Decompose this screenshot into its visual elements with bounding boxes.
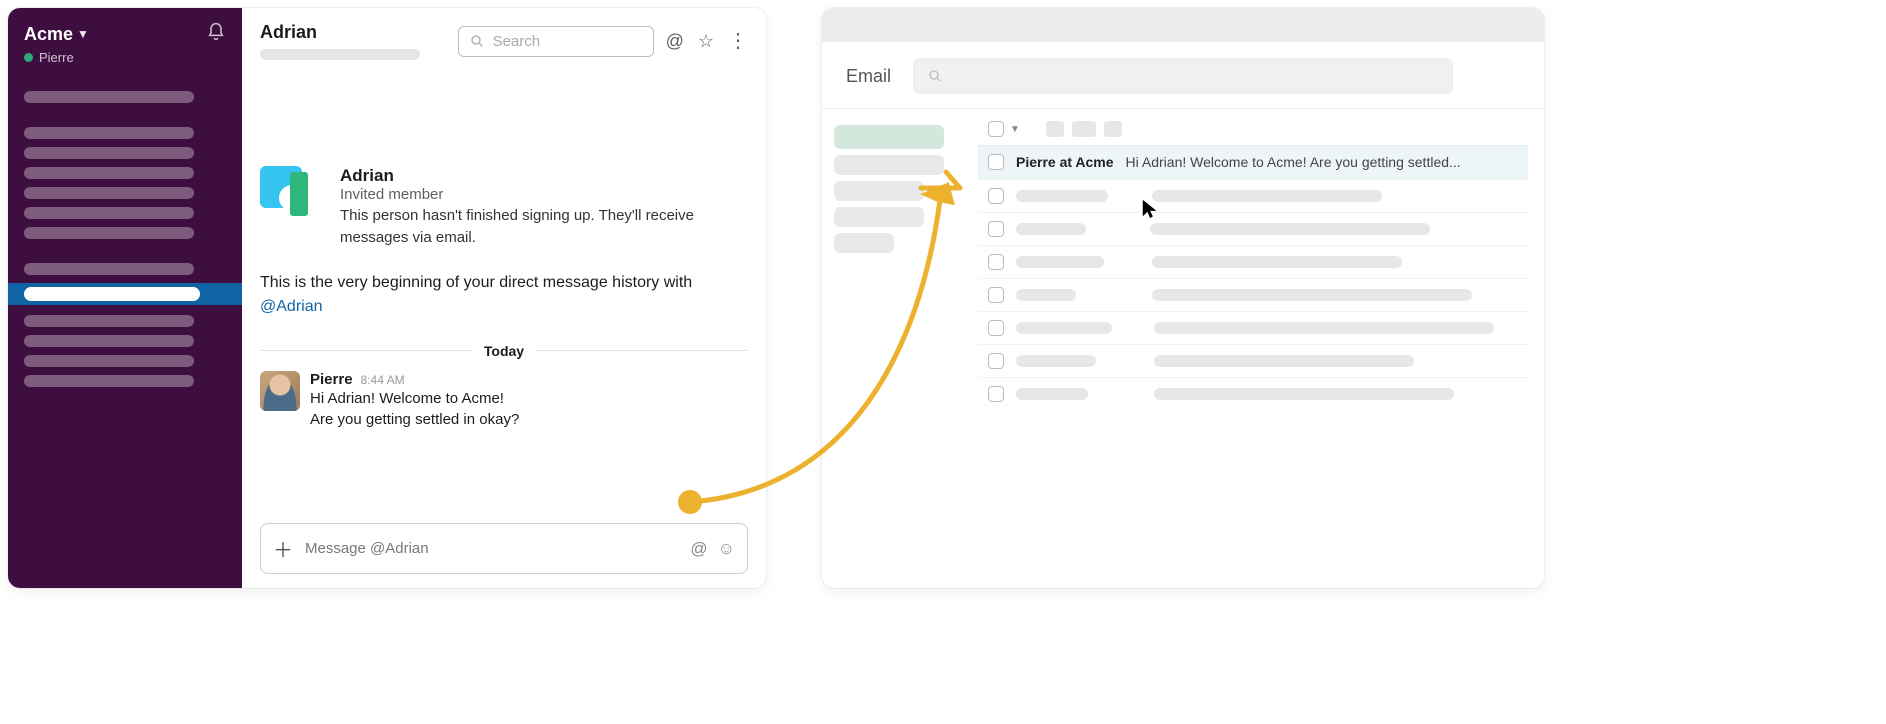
search-icon <box>469 33 485 49</box>
row-checkbox[interactable] <box>988 320 1004 336</box>
email-nav-item[interactable] <box>834 233 894 253</box>
email-row[interactable] <box>978 245 1528 278</box>
email-list: ▼ Pierre at Acme Hi Adrian! Welcome to A… <box>978 109 1544 588</box>
select-all-checkbox[interactable] <box>988 121 1004 137</box>
avatar[interactable] <box>260 371 300 411</box>
slack-window: Acme ▼ Pierre <box>8 8 766 588</box>
current-user[interactable]: Pierre <box>8 50 242 83</box>
search-icon <box>927 68 943 84</box>
row-checkbox[interactable] <box>988 154 1004 170</box>
presence-indicator <box>24 53 33 62</box>
email-row[interactable] <box>978 344 1528 377</box>
message-text-line: Hi Adrian! Welcome to Acme! <box>310 388 519 410</box>
workspace-switcher[interactable]: Acme ▼ <box>24 24 206 45</box>
row-checkbox[interactable] <box>988 287 1004 303</box>
email-row[interactable] <box>978 278 1528 311</box>
channel-header: Adrian Search @ ☆ ⋮ <box>242 8 766 66</box>
search-input[interactable]: Search <box>458 26 654 57</box>
mentions-icon[interactable]: @ <box>666 31 684 52</box>
email-nav-item[interactable] <box>834 155 944 175</box>
message-composer[interactable]: ＋ Message @Adrian @ ☺ <box>260 523 748 574</box>
row-checkbox[interactable] <box>988 221 1004 237</box>
sidebar-item[interactable] <box>24 315 194 327</box>
slack-sidebar: Acme ▼ Pierre <box>8 8 242 588</box>
dm-avatar <box>260 166 326 216</box>
star-icon[interactable]: ☆ <box>698 31 714 52</box>
email-search-input[interactable] <box>913 58 1453 94</box>
toolbar-button[interactable] <box>1046 121 1064 137</box>
email-list-header: ▼ <box>978 119 1528 145</box>
email-nav-item-active[interactable] <box>834 125 944 149</box>
toolbar-button[interactable] <box>1072 121 1096 137</box>
email-window: Email ▼ <box>822 8 1544 588</box>
sidebar-item[interactable] <box>24 355 194 367</box>
message-text-line: Are you getting settled in okay? <box>310 409 519 431</box>
message-author[interactable]: Pierre <box>310 371 353 388</box>
dm-intro-role: Invited member <box>340 186 720 203</box>
toolbar-button[interactable] <box>1104 121 1122 137</box>
sidebar-item[interactable] <box>24 147 194 159</box>
sidebar-item-active[interactable] <box>8 283 242 305</box>
sidebar-item[interactable] <box>24 187 194 199</box>
emoji-icon[interactable]: ☺ <box>718 539 735 559</box>
row-checkbox[interactable] <box>988 254 1004 270</box>
sidebar-item[interactable] <box>24 263 194 275</box>
mention-link[interactable]: @Adrian <box>260 298 323 315</box>
more-actions-icon[interactable]: ⋮ <box>728 31 748 51</box>
sidebar-item[interactable] <box>24 227 194 239</box>
email-row[interactable] <box>978 377 1528 410</box>
mention-icon[interactable]: @ <box>690 539 707 559</box>
search-placeholder: Search <box>493 33 541 50</box>
email-row[interactable] <box>978 311 1528 344</box>
cursor-icon <box>1140 198 1162 220</box>
sidebar-item[interactable] <box>24 375 194 387</box>
date-divider: Today <box>260 343 748 359</box>
dm-intro: Adrian Invited member This person hasn't… <box>260 166 748 249</box>
row-checkbox[interactable] <box>988 386 1004 402</box>
dm-intro-name: Adrian <box>340 166 720 186</box>
email-row[interactable] <box>978 212 1528 245</box>
channel-title[interactable]: Adrian <box>260 22 420 43</box>
email-sender: Pierre at Acme <box>1016 154 1114 170</box>
sidebar-item[interactable] <box>24 207 194 219</box>
composer-placeholder: Message @Adrian <box>305 540 429 557</box>
message-timestamp: 8:44 AM <box>361 373 405 387</box>
email-nav-item[interactable] <box>834 207 924 227</box>
attach-icon[interactable]: ＋ <box>273 534 293 563</box>
row-checkbox[interactable] <box>988 188 1004 204</box>
row-checkbox[interactable] <box>988 353 1004 369</box>
sidebar-item[interactable] <box>24 167 194 179</box>
window-titlebar <box>822 8 1544 42</box>
workspace-name: Acme <box>24 24 73 45</box>
channel-topic-placeholder[interactable] <box>260 49 420 60</box>
email-row[interactable] <box>978 179 1528 212</box>
email-nav-item[interactable] <box>834 181 924 201</box>
bell-icon[interactable] <box>206 22 226 46</box>
current-user-name: Pierre <box>39 50 74 65</box>
select-all-menu-icon[interactable]: ▼ <box>1010 124 1020 135</box>
sidebar-item[interactable] <box>24 127 194 139</box>
sidebar-item[interactable] <box>24 91 194 103</box>
email-subject: Hi Adrian! Welcome to Acme! Are you gett… <box>1126 154 1520 170</box>
email-app-title: Email <box>846 66 891 87</box>
chevron-down-icon: ▼ <box>77 27 89 41</box>
email-row[interactable]: Pierre at Acme Hi Adrian! Welcome to Acm… <box>978 145 1528 179</box>
message: Pierre 8:44 AM Hi Adrian! Welcome to Acm… <box>260 371 748 432</box>
sidebar-item[interactable] <box>24 335 194 347</box>
dm-intro-note: This person hasn't finished signing up. … <box>340 205 720 249</box>
email-sidebar <box>822 109 978 588</box>
dm-beginning-text: This is the very beginning of your direc… <box>260 271 700 319</box>
slack-main: Adrian Search @ ☆ ⋮ <box>242 8 766 588</box>
